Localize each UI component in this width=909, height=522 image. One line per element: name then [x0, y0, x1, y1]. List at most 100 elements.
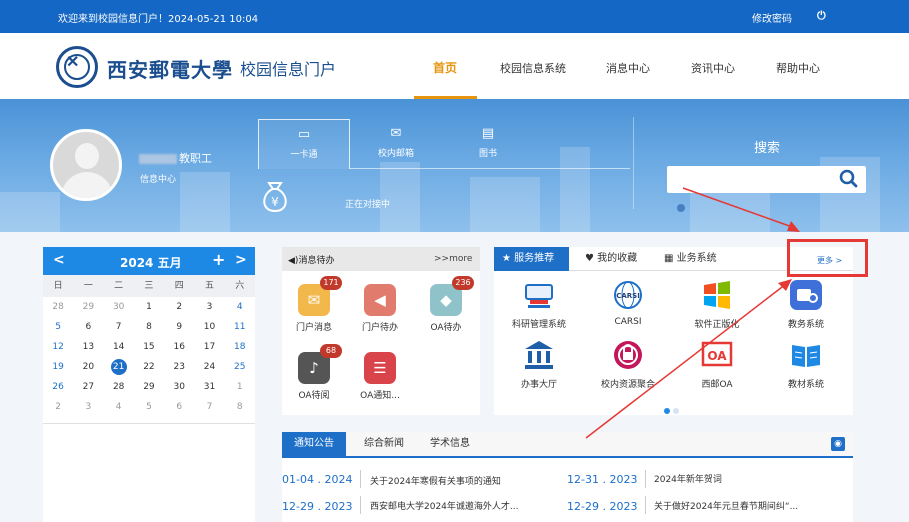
calendar-day[interactable]: 29: [134, 377, 164, 397]
calendar-day[interactable]: 1: [225, 377, 255, 397]
weekday-label: 三: [144, 281, 154, 291]
calendar-day[interactable]: 9: [164, 317, 194, 337]
calendar-day[interactable]: 22: [134, 357, 164, 377]
calendar-week: 26 27 28 29 30 31 1: [43, 377, 255, 397]
service-tile[interactable]: OA 西邮OA: [677, 339, 757, 390]
school-logo[interactable]: ✕: [56, 46, 98, 88]
service-tile[interactable]: 教材系统: [766, 339, 846, 390]
calendar-day[interactable]: 7: [104, 317, 134, 337]
card-status: 正在对接中: [345, 200, 391, 210]
site-header: ✕ 西安郵電大學 校园信息门户 首页 校园信息系统 消息中心 资讯中心 帮助中心: [0, 33, 909, 99]
nav-message-center[interactable]: 消息中心: [606, 60, 650, 76]
notice-icon: ☰: [364, 352, 396, 384]
service-tile[interactable]: 科研管理系统: [499, 279, 579, 330]
news-item[interactable]: 西安邮电大学2024年诚邀海外人才...: [370, 499, 519, 512]
add-event-icon[interactable]: +: [212, 250, 225, 269]
calendar-day[interactable]: 28: [43, 297, 73, 317]
quick-tabs: ▭ 一卡通 ✉ 校内邮箱 ▤ 图书 ¥ 正在对接中: [258, 119, 632, 232]
calendar-day[interactable]: 25: [225, 357, 255, 377]
calendar-day[interactable]: 8: [225, 397, 255, 417]
calendar-day[interactable]: 29: [73, 297, 103, 317]
calendar-day[interactable]: 4: [225, 297, 255, 317]
calendar-day[interactable]: 18: [225, 337, 255, 357]
power-icon[interactable]: ⏻: [817, 9, 826, 23]
calendar-day[interactable]: 2: [164, 297, 194, 317]
service-tile[interactable]: 办事大厅: [499, 339, 579, 390]
calendar-day[interactable]: 3: [73, 397, 103, 417]
calendar-day[interactable]: 12: [43, 337, 73, 357]
calendar-day[interactable]: 7: [194, 397, 224, 417]
calendar-day[interactable]: 4: [104, 397, 134, 417]
calendar-week: 28 29 30 1 2 3 4: [43, 297, 255, 317]
calendar-day[interactable]: 27: [73, 377, 103, 397]
tab-announcements[interactable]: 通知公告: [282, 432, 346, 456]
tab-campus-mail[interactable]: ✉ 校内邮箱: [350, 119, 442, 169]
calendar-day[interactable]: 2: [43, 397, 73, 417]
messages-more-link[interactable]: >>more: [434, 254, 472, 264]
service-tile[interactable]: 校内资源聚合: [588, 339, 668, 390]
service-label: CARSI: [614, 317, 642, 327]
calendar-day[interactable]: 31: [194, 377, 224, 397]
calendar-day[interactable]: 28: [104, 377, 134, 397]
count-badge: 236: [452, 276, 474, 290]
news-item[interactable]: 关于2024年寒假有关事项的通知: [370, 474, 501, 487]
service-tile[interactable]: CARSI CARSI: [588, 279, 668, 327]
chevron-right-icon[interactable]: >: [235, 252, 247, 268]
tab-favorites[interactable]: ♥ 我的收藏: [577, 247, 637, 271]
calendar-today[interactable]: 21: [104, 357, 134, 377]
message-app-tile[interactable]: ☰ OA通知...: [350, 352, 410, 401]
nav-help-center[interactable]: 帮助中心: [776, 60, 820, 76]
calendar-day[interactable]: 20: [73, 357, 103, 377]
calendar-day[interactable]: 17: [194, 337, 224, 357]
calendar-day[interactable]: 14: [104, 337, 134, 357]
calendar-day[interactable]: 26: [43, 377, 73, 397]
calendar-day[interactable]: 6: [73, 317, 103, 337]
news-item[interactable]: 关于做好2024年元旦春节期间纠“...: [654, 499, 798, 512]
calendar-day[interactable]: 13: [73, 337, 103, 357]
calendar-day[interactable]: 5: [43, 317, 73, 337]
tab-academic-info[interactable]: 学术信息: [430, 432, 470, 456]
avatar[interactable]: [50, 129, 122, 201]
search-icon[interactable]: [834, 166, 864, 192]
calendar-day[interactable]: 10: [194, 317, 224, 337]
chat-icon: ✉ 171: [298, 276, 342, 316]
calendar-day[interactable]: 19: [43, 357, 73, 377]
message-app-tile[interactable]: ◀ 门户待办: [350, 284, 410, 333]
welcome-text: 欢迎来到校园信息门户！2024-05-21 10:04: [58, 14, 259, 25]
message-app-tile[interactable]: ◆ 236 OA待办: [416, 276, 476, 333]
textbook-icon: [789, 339, 823, 371]
calendar-day[interactable]: 3: [194, 297, 224, 317]
tab-campus-card[interactable]: ▭ 一卡通: [258, 119, 350, 169]
news-date: 12-29 . 2023: [567, 500, 638, 513]
service-tile[interactable]: 教务系统: [766, 279, 846, 330]
calendar-day[interactable]: 8: [134, 317, 164, 337]
weekday-label: 五: [204, 281, 214, 291]
calendar-day[interactable]: 30: [164, 377, 194, 397]
tab-business-systems[interactable]: ▦ 业务系统: [656, 247, 717, 271]
calendar-day[interactable]: 24: [194, 357, 224, 377]
chevron-left-icon[interactable]: <: [53, 252, 65, 268]
change-password-link[interactable]: 修改密码: [752, 10, 792, 25]
nav-home[interactable]: 首页: [433, 59, 457, 76]
messages-title: 消息待办: [298, 256, 335, 266]
calendar-day[interactable]: 16: [164, 337, 194, 357]
count-badge: 68: [320, 344, 342, 358]
calendar-day[interactable]: 15: [134, 337, 164, 357]
calendar-day[interactable]: 11: [225, 317, 255, 337]
calendar-day[interactable]: 30: [104, 297, 134, 317]
calendar-day[interactable]: 23: [164, 357, 194, 377]
message-app-tile[interactable]: ✉ 171 门户消息: [284, 276, 344, 333]
nav-news-center[interactable]: 资讯中心: [691, 60, 735, 76]
news-item[interactable]: 2024年新年贺词: [654, 472, 722, 485]
tab-general-news[interactable]: 综合新闻: [364, 432, 404, 456]
carousel-dots[interactable]: [664, 406, 682, 417]
calendar-day[interactable]: 5: [134, 397, 164, 417]
tab-library[interactable]: ▤ 图书: [442, 119, 534, 169]
tab-recommended[interactable]: ★ 服务推荐: [494, 247, 569, 271]
nav-campus-systems[interactable]: 校园信息系统: [500, 60, 566, 76]
calendar-day[interactable]: 6: [164, 397, 194, 417]
calendar-day[interactable]: 1: [134, 297, 164, 317]
service-tile[interactable]: 软件正版化: [677, 279, 757, 330]
message-app-tile[interactable]: ♪ 68 OA待阅: [284, 344, 344, 401]
rss-icon[interactable]: ◉: [831, 437, 845, 451]
